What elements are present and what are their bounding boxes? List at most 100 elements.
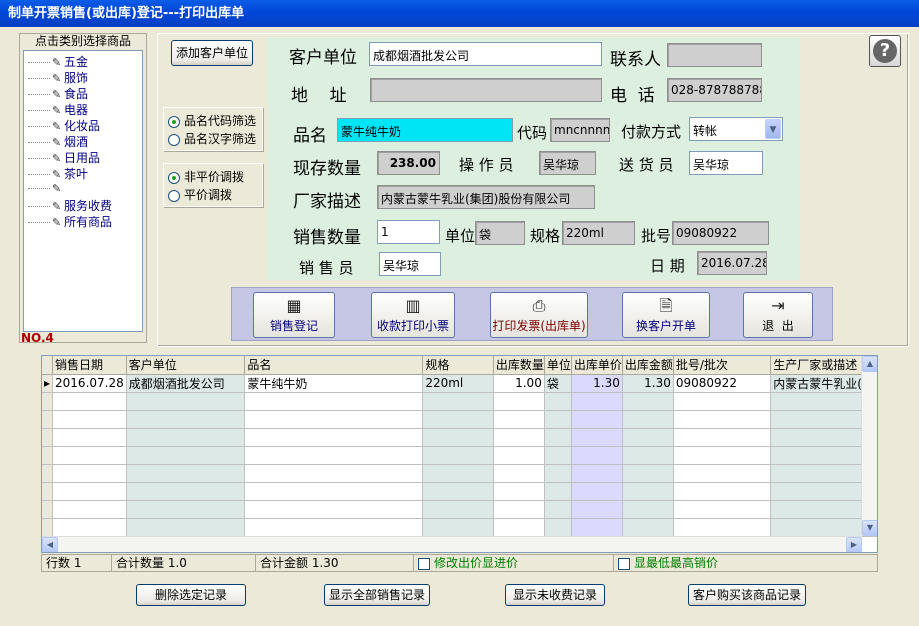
table-cell[interactable] bbox=[571, 500, 623, 519]
non-parity-transfer-radio[interactable]: 非平价调拨 bbox=[168, 169, 244, 185]
table-cell[interactable] bbox=[571, 446, 623, 465]
table-cell[interactable] bbox=[422, 464, 494, 483]
table-cell[interactable] bbox=[622, 410, 674, 429]
table-cell[interactable]: 1.30 bbox=[571, 374, 623, 393]
column-header[interactable]: 出库数量 bbox=[493, 356, 545, 375]
column-header[interactable]: 规格 bbox=[422, 356, 494, 375]
unit-field[interactable]: 袋 bbox=[475, 221, 525, 245]
table-cell[interactable] bbox=[126, 464, 246, 483]
table-cell[interactable] bbox=[571, 518, 623, 537]
horizontal-scrollbar[interactable]: ◀ ▶ bbox=[42, 536, 862, 552]
row-indicator[interactable]: ▸ bbox=[42, 374, 54, 393]
table-cell[interactable] bbox=[422, 446, 494, 465]
sales-register-button[interactable]: ▦ 销售登记 bbox=[253, 292, 335, 338]
table-cell[interactable] bbox=[52, 482, 127, 501]
table-cell[interactable] bbox=[571, 410, 623, 429]
table-cell[interactable] bbox=[493, 392, 545, 411]
tree-item[interactable]: ✎ 服饰 bbox=[28, 69, 88, 85]
column-header[interactable]: 客户单位 bbox=[126, 356, 246, 375]
show-all-records-button[interactable]: 显示全部销售记录 bbox=[324, 584, 430, 606]
column-header[interactable]: 出库金额 bbox=[622, 356, 674, 375]
table-cell[interactable] bbox=[493, 410, 545, 429]
table-cell[interactable] bbox=[493, 446, 545, 465]
show-unpaid-button[interactable]: 显示未收费记录 bbox=[505, 584, 605, 606]
customer-history-button[interactable]: 客户购买该商品记录 bbox=[688, 584, 806, 606]
table-row[interactable] bbox=[42, 392, 877, 411]
table-cell[interactable] bbox=[622, 392, 674, 411]
contact-field[interactable] bbox=[667, 43, 762, 67]
table-cell[interactable]: 成都烟酒批发公司 bbox=[126, 374, 246, 393]
table-row[interactable] bbox=[42, 410, 877, 429]
table-cell[interactable]: 220ml bbox=[422, 374, 494, 393]
tree-item[interactable]: ✎ 茶叶 bbox=[28, 165, 88, 181]
tree-item[interactable]: ✎ 日用品 bbox=[28, 149, 100, 165]
table-cell[interactable] bbox=[622, 518, 674, 537]
table-row[interactable] bbox=[42, 464, 877, 483]
table-cell[interactable] bbox=[422, 392, 494, 411]
table-row[interactable] bbox=[42, 482, 877, 501]
table-cell[interactable] bbox=[544, 464, 572, 483]
customer-field[interactable]: 成都烟酒批发公司 bbox=[369, 42, 602, 66]
tree-item[interactable]: ✎ 烟酒 bbox=[28, 133, 88, 149]
table-cell[interactable] bbox=[52, 410, 127, 429]
table-cell[interactable] bbox=[544, 392, 572, 411]
table-cell[interactable] bbox=[244, 428, 424, 447]
table-cell[interactable] bbox=[244, 518, 424, 537]
manufacturer-field[interactable]: 内蒙古蒙牛乳业(集团)股份有限公司 bbox=[377, 185, 595, 209]
table-cell[interactable] bbox=[622, 464, 674, 483]
table-cell[interactable] bbox=[544, 428, 572, 447]
date-field[interactable]: 2016.07.28 bbox=[697, 251, 767, 275]
operator-field[interactable]: 吴华琼 bbox=[539, 151, 596, 175]
row-indicator[interactable] bbox=[42, 500, 54, 519]
table-cell[interactable] bbox=[244, 500, 424, 519]
vertical-scrollbar[interactable]: ▲ ▼ bbox=[861, 356, 877, 536]
show-minmax-checkbox[interactable]: 显最低最高销价 bbox=[614, 555, 877, 571]
code-field[interactable]: mncnnnnn bbox=[550, 118, 610, 142]
tree-item[interactable]: ✎ 电器 bbox=[28, 101, 88, 117]
row-indicator[interactable] bbox=[42, 482, 54, 501]
table-cell[interactable] bbox=[126, 410, 246, 429]
tree-item[interactable]: ✎ 服务收费 bbox=[28, 197, 112, 213]
table-cell[interactable] bbox=[126, 392, 246, 411]
delete-selected-button[interactable]: 删除选定记录 bbox=[136, 584, 246, 606]
table-cell[interactable] bbox=[422, 482, 494, 501]
category-tree[interactable]: ✎ 五金 ✎ 服饰 ✎ 食品 ✎ 电器 ✎ 化妆品 ✎ 烟酒 ✎ 日用品 ✎ 茶叶 ✎ ✎ 服务收费 ✎ 所有商品 bbox=[23, 50, 143, 332]
table-cell[interactable] bbox=[126, 482, 246, 501]
table-cell[interactable] bbox=[673, 446, 772, 465]
table-cell[interactable]: 09080922 bbox=[673, 374, 772, 393]
table-cell[interactable] bbox=[244, 482, 424, 501]
table-cell[interactable] bbox=[673, 410, 772, 429]
table-cell[interactable] bbox=[422, 428, 494, 447]
table-cell[interactable] bbox=[571, 464, 623, 483]
table-cell[interactable] bbox=[52, 500, 127, 519]
scroll-left-icon[interactable]: ◀ bbox=[42, 537, 58, 552]
table-row[interactable]: ▸ 2016.07.28 成都烟酒批发公司 蒙牛纯牛奶 220ml 1.00 袋 1.30 1.… bbox=[42, 374, 877, 393]
parity-transfer-radio[interactable]: 平价调拨 bbox=[168, 187, 232, 203]
table-cell[interactable] bbox=[622, 428, 674, 447]
table-cell[interactable] bbox=[544, 482, 572, 501]
tree-item[interactable]: ✎ 化妆品 bbox=[28, 117, 100, 133]
table-cell[interactable] bbox=[544, 446, 572, 465]
table-cell[interactable] bbox=[422, 518, 494, 537]
table-row[interactable] bbox=[42, 446, 877, 465]
table-cell[interactable] bbox=[52, 464, 127, 483]
row-indicator[interactable] bbox=[42, 428, 54, 447]
table-cell[interactable] bbox=[493, 500, 545, 519]
table-cell[interactable] bbox=[622, 446, 674, 465]
table-cell[interactable] bbox=[673, 518, 772, 537]
table-row[interactable] bbox=[42, 428, 877, 447]
table-cell[interactable] bbox=[126, 428, 246, 447]
table-cell[interactable] bbox=[673, 392, 772, 411]
table-cell[interactable] bbox=[673, 482, 772, 501]
column-header[interactable]: 品名 bbox=[244, 356, 424, 375]
table-cell[interactable] bbox=[493, 464, 545, 483]
table-cell[interactable] bbox=[126, 518, 246, 537]
table-cell[interactable] bbox=[544, 410, 572, 429]
table-cell[interactable] bbox=[493, 518, 545, 537]
filter-by-code-radio[interactable]: 品名代码筛选 bbox=[168, 113, 256, 129]
table-cell[interactable] bbox=[52, 446, 127, 465]
table-cell[interactable] bbox=[571, 392, 623, 411]
row-indicator[interactable] bbox=[42, 410, 54, 429]
table-cell[interactable] bbox=[422, 500, 494, 519]
address-field[interactable] bbox=[370, 78, 602, 102]
